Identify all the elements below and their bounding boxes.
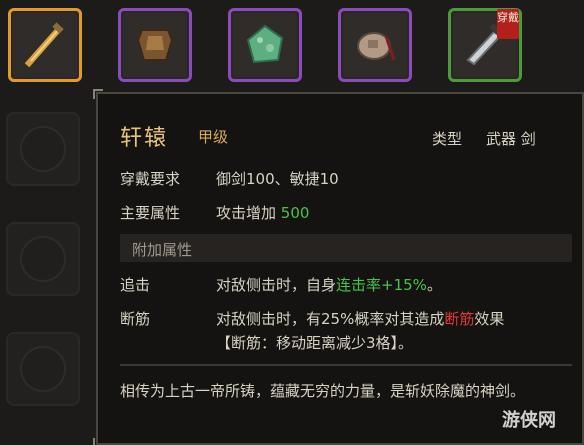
empty-slot-ring — [20, 346, 66, 392]
slot-blade[interactable]: 穿戴 — [448, 8, 522, 82]
item-tooltip: 轩辕 甲级 类型 武器 剑 穿戴要求 御剑100、敏捷10 主要属性 攻击增加 … — [93, 89, 584, 445]
item-type-label: 类型 — [432, 130, 463, 148]
effect-highlight: 断筋 — [444, 310, 475, 328]
effect-highlight: 连击率+15% — [336, 276, 427, 294]
main-attr-label: 主要属性 — [120, 204, 181, 222]
effect-text: 对敌侧击时，自身连击率+15%。 — [216, 274, 442, 295]
sword-icon — [13, 13, 77, 77]
extra-attr-title: 附加属性 — [132, 241, 193, 259]
empty-slot[interactable] — [6, 222, 80, 296]
effect-label: 断筋 — [120, 310, 151, 328]
empty-slot[interactable] — [6, 112, 80, 186]
main-attr-text: 攻击增加 — [216, 204, 281, 222]
pouch-icon — [343, 13, 407, 77]
effect-pre: 对敌侧击时，有25%概率对其造成 — [216, 310, 445, 328]
empty-slot[interactable] — [6, 332, 80, 406]
item-grade: 甲级 — [198, 128, 229, 146]
corner-ornament — [93, 89, 103, 99]
extra-attr-header: 附加属性 — [120, 234, 572, 262]
item-description: 相传为上古一帝所铸，蕴藏无穷的力量，是斩妖除魔的神剑。 — [120, 382, 526, 400]
site-watermark: 游侠网 — [502, 410, 556, 431]
slot-armor[interactable] — [118, 8, 192, 82]
blade-icon: 穿戴 — [453, 9, 519, 77]
main-attr-number: 500 — [280, 204, 310, 222]
item-type-value: 武器 剑 — [486, 130, 536, 148]
equipped-badge: 穿戴 — [497, 9, 519, 39]
slot-sword[interactable] — [8, 8, 82, 82]
requirement-value: 御剑100、敏捷10 — [216, 170, 339, 188]
item-name: 轩辕 — [120, 126, 169, 151]
slot-pouch[interactable] — [338, 8, 412, 82]
main-attr-value: 攻击增加 500 — [216, 202, 309, 223]
empty-slot-ring — [20, 236, 66, 282]
effect-pre: 对敌侧击时，自身 — [216, 276, 337, 294]
effect-post: 。 — [426, 276, 442, 294]
slot-jade[interactable] — [228, 8, 302, 82]
effect-detail: 【断筋：移动距离减少3格】。 — [216, 334, 414, 352]
effect-post: 效果 — [474, 310, 505, 328]
effect-label: 追击 — [120, 276, 151, 294]
jade-stone-icon — [233, 13, 297, 77]
divider — [120, 364, 572, 366]
requirement-label: 穿戴要求 — [120, 170, 181, 188]
empty-slot-ring — [20, 126, 66, 172]
equipment-slot-row: 穿戴 — [0, 0, 584, 90]
effect-text: 对敌侧击时，有25%概率对其造成断筋效果 — [216, 308, 504, 329]
armor-icon — [123, 13, 187, 77]
corner-ornament — [93, 438, 103, 445]
